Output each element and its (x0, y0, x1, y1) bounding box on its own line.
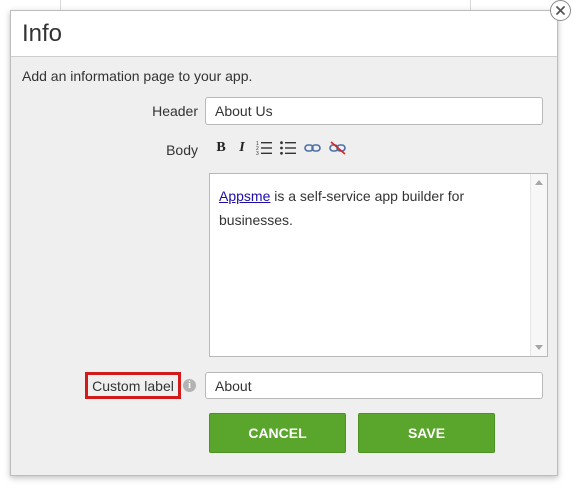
appsme-link[interactable]: Appsme (219, 188, 270, 204)
bulleted-list-icon[interactable] (280, 139, 296, 157)
close-button[interactable] (550, 0, 571, 21)
body-editor[interactable]: Appsme is a self-service app builder for… (209, 173, 548, 357)
header-label: Header (152, 103, 198, 119)
unlink-icon[interactable] (329, 139, 347, 157)
custom-label-input[interactable] (205, 372, 543, 399)
svg-text:3: 3 (256, 151, 259, 156)
dialog-title: Info (22, 20, 63, 47)
scroll-down-icon[interactable] (535, 345, 543, 350)
save-button[interactable]: SAVE (358, 413, 495, 453)
bold-icon[interactable]: B (214, 139, 228, 157)
cancel-button[interactable]: CANCEL (209, 413, 346, 453)
body-editor-content[interactable]: Appsme is a self-service app builder for… (219, 184, 519, 232)
editor-toolbar: B I 1 2 3 (214, 139, 355, 157)
italic-icon[interactable]: I (236, 139, 248, 157)
dialog-header: Info (11, 11, 557, 57)
link-icon[interactable] (304, 139, 321, 157)
scroll-up-icon[interactable] (535, 180, 543, 185)
editor-scrollbar[interactable] (530, 174, 547, 356)
custom-label-label: Custom label (92, 377, 174, 394)
close-icon (556, 6, 565, 15)
header-input[interactable] (205, 97, 543, 125)
numbered-list-icon[interactable]: 1 2 3 (256, 139, 272, 157)
custom-label-highlight: Custom label (85, 372, 181, 399)
info-icon[interactable]: i (183, 379, 196, 392)
body-label: Body (166, 142, 198, 158)
dialog-description: Add an information page to your app. (22, 68, 253, 84)
